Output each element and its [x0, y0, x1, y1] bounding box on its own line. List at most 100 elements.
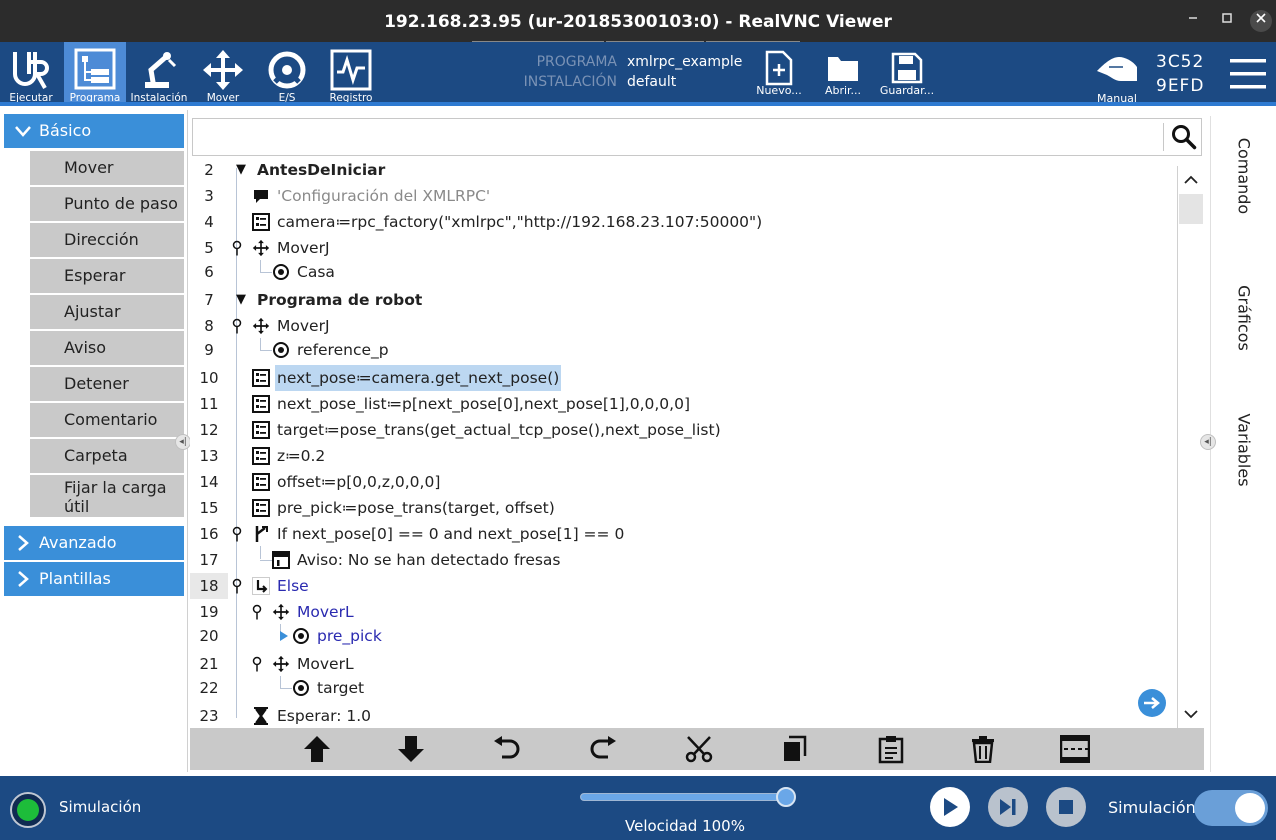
manual-hand-icon — [1082, 48, 1152, 88]
tree-row[interactable]: 14 offset≔p[0,0,z,0,0,0] — [190, 469, 1176, 495]
tree-row[interactable]: 4 camera≔rpc_factory("xmlrpc","http://192… — [190, 209, 1176, 235]
section-templates[interactable]: Plantillas — [4, 562, 184, 596]
nav-installation[interactable]: Instalación — [128, 42, 190, 104]
assignment-icon — [251, 368, 271, 388]
assignment-icon — [251, 420, 271, 440]
scrollbar-thumb[interactable] — [1179, 194, 1203, 224]
io-icon — [256, 48, 318, 92]
hamburger-menu-icon[interactable] — [1228, 56, 1268, 92]
paste-icon[interactable] — [867, 728, 915, 770]
tree-row[interactable]: 3 'Configuración del XMLRPC' — [190, 183, 1176, 209]
speed-slider-handle[interactable] — [776, 787, 796, 807]
tree-row[interactable]: 11 next_pose_list≔p[next_pose[0],next_pos… — [190, 391, 1176, 417]
robot-status-indicator[interactable] — [10, 792, 46, 828]
tree-row[interactable]: 8 MoverJ — [190, 313, 1176, 339]
node-text: Programa de robot — [257, 291, 423, 309]
current-step-arrow-icon — [278, 628, 290, 644]
step-icon — [1000, 799, 1016, 815]
tree-row[interactable]: 12 target≔pose_trans(get_actual_tcp_pose(… — [190, 417, 1176, 443]
tree-row[interactable]: 6 Casa — [190, 259, 1176, 285]
tree-row[interactable]: 2 ▼ AntesDeIniciar — [190, 160, 1176, 183]
tree-row[interactable]: 20 pre_pick — [190, 623, 1176, 649]
node-folder[interactable]: Carpeta — [30, 439, 184, 473]
line-number: 9 — [204, 341, 214, 359]
robot-arm-icon — [128, 48, 190, 92]
suppress-icon[interactable] — [1051, 728, 1099, 770]
waypoint-icon — [291, 678, 311, 698]
tab-variables[interactable]: Variables — [1211, 390, 1276, 510]
tree-scrollbar[interactable] — [1177, 166, 1204, 728]
undo-icon[interactable] — [483, 728, 531, 770]
node-wait[interactable]: Esperar — [30, 259, 184, 293]
nav-move[interactable]: Mover — [192, 42, 254, 104]
tree-row[interactable]: 13 z≔0.2 — [190, 443, 1176, 469]
simulation-toggle-label: Simulación — [1108, 798, 1196, 817]
chevron-up-icon[interactable] — [1178, 166, 1204, 194]
section-templates-label: Plantillas — [39, 569, 111, 588]
tree-row[interactable]: 5 MoverJ — [190, 235, 1176, 261]
section-advanced[interactable]: Avanzado — [4, 526, 184, 560]
node-waypoint[interactable]: Punto de paso — [30, 187, 184, 221]
search-icon[interactable] — [1168, 122, 1200, 152]
tree-row[interactable]: 7 ▼ Programa de robot — [190, 287, 1176, 313]
open-button[interactable]: Abrir... — [808, 42, 878, 104]
nav-run[interactable]: Ejecutar — [0, 42, 62, 104]
speed-slider[interactable] — [580, 793, 788, 801]
node-halt[interactable]: Detener — [30, 367, 184, 401]
stop-button[interactable] — [1046, 787, 1086, 827]
tree-row[interactable]: 15 pre_pick≔pose_trans(target, offset) — [190, 495, 1176, 521]
play-icon — [944, 798, 958, 816]
minimize-icon[interactable] — [1182, 10, 1204, 32]
node-comment[interactable]: Comentario — [30, 403, 184, 437]
chevron-down-icon[interactable] — [1178, 700, 1204, 728]
nav-program[interactable]: Programa — [64, 42, 126, 104]
nav-log[interactable]: Registro — [320, 42, 382, 104]
right-panel-collapse-handle[interactable]: ◂| — [1200, 434, 1216, 450]
tree-row[interactable]: 18 Else — [190, 573, 1176, 599]
tree-row[interactable]: 21 MoverL — [190, 651, 1176, 677]
tree-row[interactable]: 23 Esperar: 1.0 — [190, 703, 1176, 728]
nav-installation-label: Instalación — [130, 92, 188, 104]
stop-icon — [1059, 800, 1073, 814]
tree-row[interactable]: 22 target — [190, 675, 1176, 701]
node-set-payload[interactable]: Fijar la carga útil — [30, 475, 184, 517]
node-set[interactable]: Ajustar — [30, 295, 184, 329]
new-button[interactable]: Nuevo... — [744, 42, 814, 104]
new-file-icon — [744, 48, 814, 88]
tree-row[interactable]: 9 reference_p — [190, 337, 1176, 363]
maximize-icon[interactable] — [1216, 10, 1238, 32]
tree-row[interactable]: 17 Aviso: No se han detectado fresas — [190, 547, 1176, 573]
cut-icon[interactable] — [675, 728, 723, 770]
redo-icon[interactable] — [579, 728, 627, 770]
simulation-toggle[interactable] — [1194, 790, 1268, 826]
nav-io[interactable]: E/S — [256, 42, 318, 104]
tree-row[interactable]: 19 MoverL — [190, 599, 1176, 625]
node-popup[interactable]: Aviso — [30, 331, 184, 365]
delete-icon[interactable] — [959, 728, 1007, 770]
assignment-icon — [251, 212, 271, 232]
move-up-icon[interactable] — [293, 728, 341, 770]
goto-current-line-button[interactable] — [1138, 689, 1166, 717]
status-label: Simulación — [59, 798, 142, 816]
collapse-triangle-icon[interactable]: ▼ — [232, 291, 250, 309]
section-basic[interactable]: Básico — [4, 114, 184, 148]
node-move[interactable]: Mover — [30, 151, 184, 185]
tree-row[interactable]: 10 next_pose≔camera.get_next_pose() — [190, 365, 1176, 391]
tab-graphics[interactable]: Gráficos — [1211, 258, 1276, 378]
tab-command[interactable]: Comando — [1211, 116, 1276, 236]
assignment-icon — [251, 446, 271, 466]
sidebar-collapse-handle[interactable]: ◂| — [175, 434, 191, 450]
nav-program-label: Programa — [69, 92, 121, 104]
play-button[interactable] — [930, 787, 970, 827]
step-button[interactable] — [988, 787, 1028, 827]
copy-icon[interactable] — [771, 728, 819, 770]
mode-button[interactable]: Manual — [1082, 42, 1152, 105]
search-input[interactable] — [201, 124, 1151, 150]
save-button[interactable]: Guardar... — [872, 42, 942, 104]
node-direction[interactable]: Dirección — [30, 223, 184, 257]
tree-row[interactable]: 16 If next_pose[0] == 0 and next_pose[1] … — [190, 521, 1176, 547]
polyscope-header: Ejecutar Programa Instalación Mover E/S … — [0, 42, 1276, 106]
close-icon[interactable] — [1250, 10, 1272, 32]
collapse-triangle-icon[interactable]: ▼ — [232, 161, 250, 179]
move-down-icon[interactable] — [387, 728, 435, 770]
